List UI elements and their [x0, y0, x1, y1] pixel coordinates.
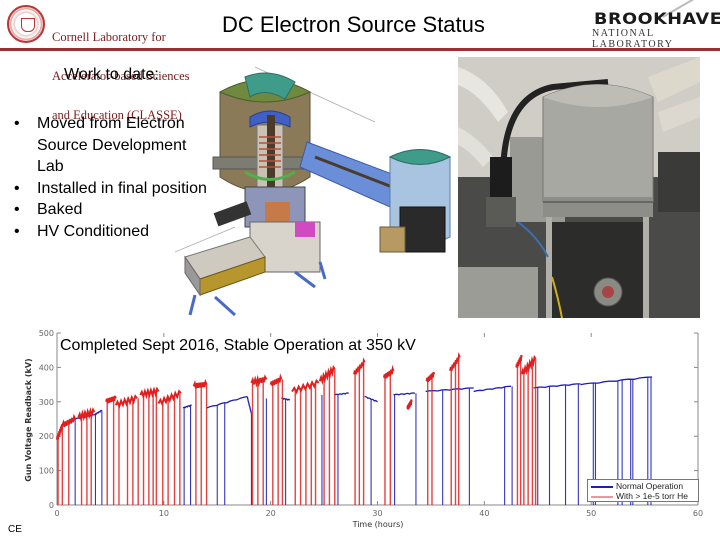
x-tick-label: 10 — [159, 509, 169, 518]
y-tick-label: 0 — [49, 501, 54, 510]
bullet-icon: • — [14, 179, 20, 197]
brookhaven-logo-name: BROOKHAVEN — [594, 9, 720, 28]
legend-item-normal: Normal Operation — [591, 481, 683, 491]
bullet-text: Baked — [37, 201, 83, 218]
bullet-text: HV Conditioned — [37, 222, 150, 240]
classe-logo-line-1: Cornell Laboratory for — [52, 30, 166, 44]
x-tick-label: 60 — [693, 509, 703, 518]
series-segment — [533, 383, 581, 389]
header-divider — [0, 48, 720, 51]
series-segment — [157, 389, 182, 407]
legend-item-helium: With > 1e-5 torr He — [591, 491, 688, 501]
x-tick-label: 0 — [54, 509, 59, 518]
series-segment — [93, 409, 102, 416]
series-helium — [56, 352, 537, 505]
x-tick-label: 30 — [372, 509, 382, 518]
chart-caption: Completed Sept 2016, Stable Operation at… — [60, 337, 416, 354]
bullet-icon: • — [14, 115, 20, 132]
legend-label-helium: With > 1e-5 torr He — [616, 491, 689, 501]
series-segment — [580, 376, 653, 386]
x-tick-label: 40 — [479, 509, 489, 518]
installed-gun-photo — [458, 57, 700, 318]
series-segment — [473, 385, 512, 393]
cad-model-image — [175, 66, 452, 317]
series-segment — [246, 396, 253, 414]
bullet-text: Moved from Electron Source Development L… — [37, 115, 187, 175]
y-tick-label: 500 — [39, 329, 54, 338]
legend-swatch-helium — [591, 495, 613, 498]
bullet-icon: • — [14, 222, 20, 240]
series-segment — [318, 365, 336, 386]
series-segment — [393, 392, 415, 396]
legend-swatch-normal — [591, 485, 613, 488]
brookhaven-logo-subtitle: NATIONAL LABORATORY — [592, 28, 674, 50]
x-tick-label: 20 — [266, 509, 276, 518]
y-tick-label: 300 — [39, 398, 54, 407]
slide-title: DC Electron Source Status — [222, 12, 485, 37]
series-segment — [250, 374, 268, 388]
y-tick-label: 200 — [39, 432, 54, 441]
x-tick-label: 50 — [586, 509, 596, 518]
brookhaven-logo: BROOKHAVEN NATIONAL LABORATORY — [590, 0, 720, 50]
y-axis-label: Gun Voltage Readback (kV) — [24, 358, 33, 481]
chart-legend: Normal Operation With > 1e-5 torr He — [587, 479, 699, 502]
classe-logo: Cornell Laboratory for Accelerator-based… — [2, 2, 202, 122]
series-segment — [406, 399, 413, 410]
y-tick-label: 100 — [39, 467, 54, 476]
bullet-icon: • — [14, 201, 20, 218]
series-segment — [334, 392, 349, 396]
work-to-date-heading: Work to date: — [64, 66, 159, 83]
cornell-seal-icon — [7, 5, 45, 43]
x-axis-label: Time (hours) — [352, 520, 404, 529]
series-segment — [206, 395, 248, 409]
series-segment — [425, 387, 474, 393]
y-tick-label: 400 — [39, 363, 54, 372]
legend-label-normal: Normal Operation — [616, 481, 684, 491]
footer-tag: CE — [8, 524, 22, 535]
